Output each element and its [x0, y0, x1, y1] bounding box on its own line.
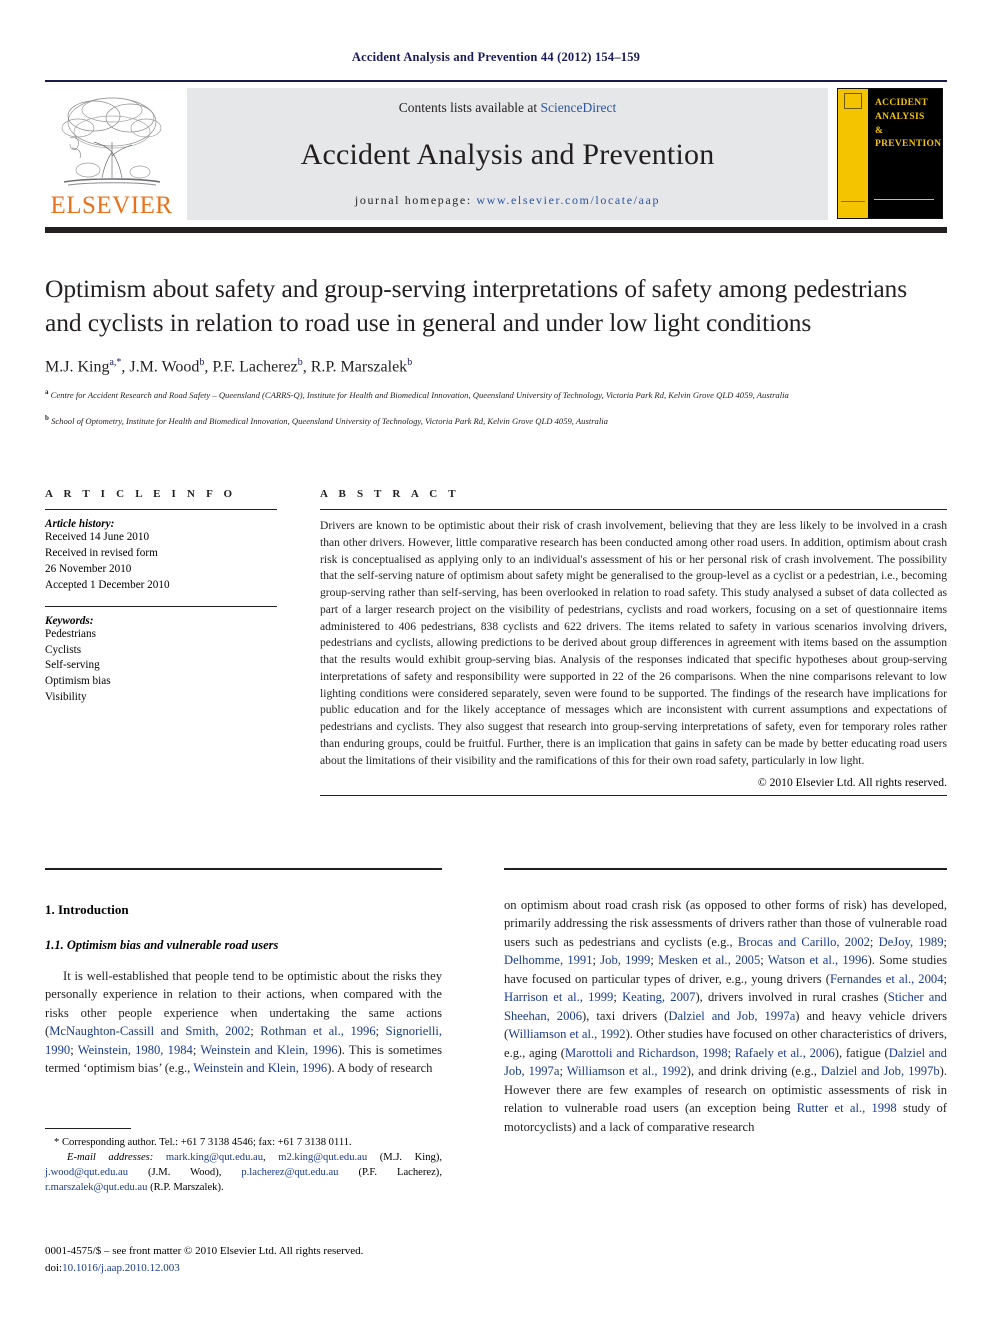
abstract-column: A B S T R A C T Drivers are known to be … — [320, 488, 947, 797]
cover-divider — [874, 199, 934, 200]
article-info-column: A R T I C L E I N F O Article history: R… — [45, 488, 277, 796]
article-history-line: Received in revised form — [45, 546, 158, 559]
masthead-top-rule — [45, 80, 947, 82]
journal-masthead: ELSEVIER Contents lists available at Sci… — [45, 80, 947, 233]
journal-title: Accident Analysis and Prevention — [300, 137, 715, 171]
cover-title-line-2: ANALYSIS — [875, 111, 925, 122]
article-info-heading: A R T I C L E I N F O — [45, 488, 237, 500]
issn-copyright-block: 0001-4575/$ – see front matter © 2010 El… — [45, 1245, 364, 1274]
affiliation-a-text: Centre for Accident Research and Road Sa… — [50, 390, 789, 400]
abstract-heading: A B S T R A C T — [320, 488, 460, 500]
cover-title-line-4: PREVENTION — [875, 139, 942, 150]
left-column-paragraph: It is well-established that people tend … — [45, 968, 443, 1076]
right-column-paragraph: on optimism about road crash risk (as op… — [504, 897, 948, 1134]
abstract-end-rule — [320, 795, 947, 797]
keyword-item: Visibility — [45, 691, 87, 704]
title-block: Optimism about safety and group-serving … — [45, 272, 925, 428]
article-history-line: Received 14 June 2010 — [45, 531, 150, 543]
corresponding-author-note: * Corresponding author. Tel.: +61 7 3138… — [54, 1137, 352, 1148]
cover-title-line-1: ACCIDENT — [875, 98, 929, 108]
contents-available-line: Contents lists available at ScienceDirec… — [399, 100, 616, 116]
affiliation-b: b School of Optometry, Institute for Hea… — [45, 414, 608, 427]
page-title: Optimism about safety and group-serving … — [45, 274, 908, 337]
footnote-block: * Corresponding author. Tel.: +61 7 3138… — [45, 1128, 442, 1195]
journal-homepage-link[interactable]: www.elsevier.com/locate/aap — [476, 193, 660, 207]
footnote-rule — [45, 1128, 131, 1129]
abstract-text: Drivers are known to be optimistic about… — [320, 519, 947, 767]
abstract-rule — [320, 509, 947, 510]
left-column: 1. Introduction 1.1. Optimism bias and v… — [45, 868, 442, 1136]
elsevier-wordmark: ELSEVIER — [50, 192, 173, 219]
contents-prefix: Contents lists available at — [398, 100, 541, 115]
keyword-item: Optimism bias — [45, 675, 111, 688]
info-abstract-region: A R T I C L E I N F O Article history: R… — [45, 488, 947, 797]
affiliation-a: a Centre for Accident Research and Road … — [45, 388, 789, 400]
keywords-label: Keywords: — [45, 614, 94, 627]
article-history-line: Accepted 1 December 2010 — [45, 578, 170, 591]
cover-title-line-3: & — [875, 125, 884, 136]
subsection-heading-optimism-bias: 1.1. Optimism bias and vulnerable road u… — [45, 937, 279, 952]
journal-homepage-line: journal homepage: www.elsevier.com/locat… — [355, 193, 660, 208]
keyword-item: Cyclists — [45, 643, 82, 656]
homepage-prefix: journal homepage: — [354, 193, 477, 207]
journal-article-page: Accident Analysis and Prevention 44 (201… — [0, 0, 992, 1323]
masthead-bottom-bar — [45, 227, 947, 233]
keywords-rule — [45, 605, 277, 607]
article-history-label: Article history: — [45, 518, 115, 530]
journal-cover-thumbnail: ACCIDENT ANALYSIS & PREVENTION — [837, 88, 947, 220]
article-info-rule — [45, 509, 277, 510]
sciencedirect-link[interactable]: ScienceDirect — [541, 100, 617, 115]
cover-side-strip — [838, 89, 868, 218]
right-column: on optimism about road crash risk (as op… — [504, 868, 947, 1136]
article-history-line: 26 November 2010 — [45, 562, 132, 575]
body-columns: 1. Introduction 1.1. Optimism bias and v… — [45, 868, 947, 1136]
author-list: M.J. Kinga,*, J.M. Woodb, P.F. Lacherezb… — [45, 356, 413, 376]
cover-elsevier-mini-icon — [844, 93, 862, 109]
masthead-center-panel: Contents lists available at ScienceDirec… — [187, 88, 828, 220]
running-head: Accident Analysis and Prevention 44 (201… — [351, 50, 641, 64]
email-addresses-note: E-mail addresses: mark.king@qut.edu.au, … — [45, 1152, 443, 1194]
cover-title: ACCIDENT ANALYSIS & PREVENTION — [875, 97, 942, 152]
keyword-item: Pedestrians — [45, 627, 96, 640]
abstract-copyright: © 2010 Elsevier Ltd. All rights reserved… — [757, 776, 947, 790]
affiliation-b-text: School of Optometry, Institute for Healt… — [51, 416, 608, 427]
right-column-rule — [504, 868, 947, 870]
elsevier-tree-icon — [61, 97, 161, 186]
section-heading-introduction: 1. Introduction — [45, 901, 129, 917]
keyword-item: Self-serving — [45, 659, 100, 672]
left-column-rule — [45, 868, 442, 870]
cover-sciencedirect-mini-icon — [841, 201, 865, 214]
elsevier-logo: ELSEVIER — [45, 88, 178, 220]
